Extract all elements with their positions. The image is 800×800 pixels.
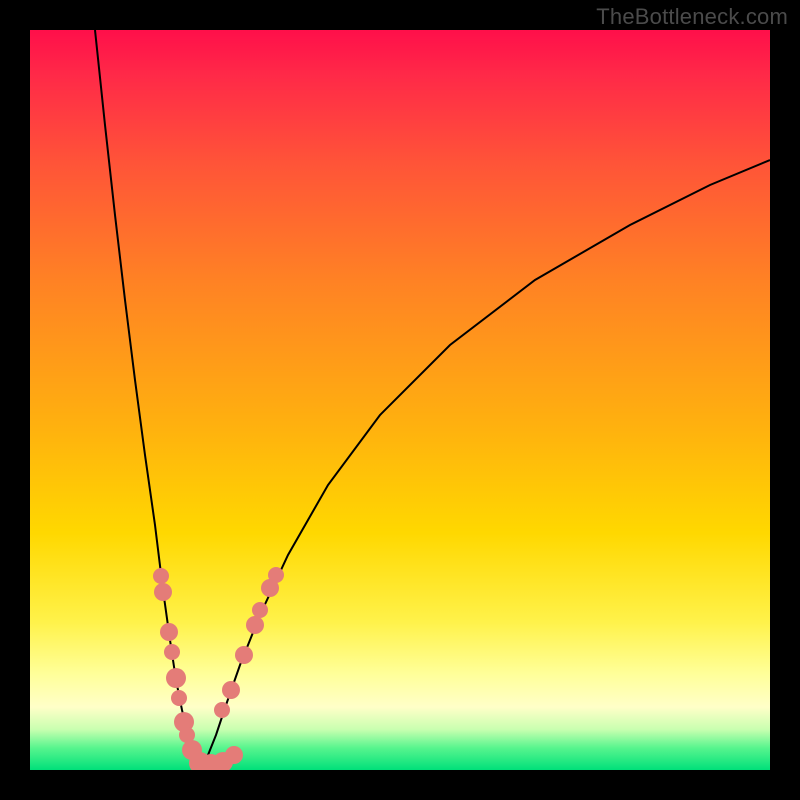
- data-marker: [246, 616, 264, 634]
- left-curve: [95, 30, 202, 765]
- marker-group: [153, 567, 284, 770]
- data-marker: [268, 567, 284, 583]
- data-marker: [214, 702, 230, 718]
- chart-frame: TheBottleneck.com: [0, 0, 800, 800]
- watermark-text: TheBottleneck.com: [596, 4, 788, 30]
- data-marker: [225, 746, 243, 764]
- data-marker: [166, 668, 186, 688]
- right-curve: [202, 160, 770, 765]
- data-marker: [235, 646, 253, 664]
- data-marker: [154, 583, 172, 601]
- data-marker: [252, 602, 268, 618]
- data-marker: [222, 681, 240, 699]
- plot-area: [30, 30, 770, 770]
- curve-layer: [30, 30, 770, 770]
- data-marker: [153, 568, 169, 584]
- data-marker: [164, 644, 180, 660]
- data-marker: [160, 623, 178, 641]
- data-marker: [171, 690, 187, 706]
